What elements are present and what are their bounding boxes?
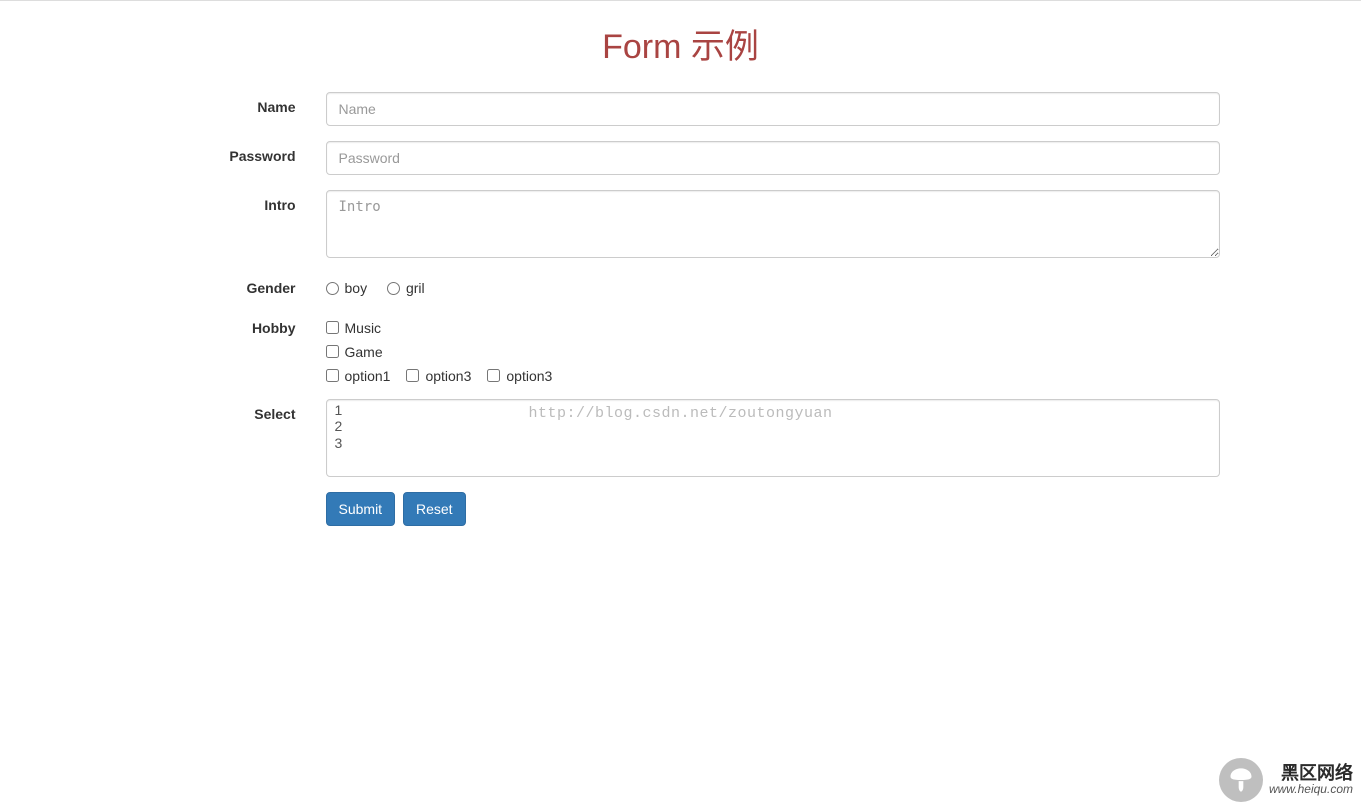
- name-group: Name: [126, 92, 1236, 126]
- hobby-inline-2-input[interactable]: [406, 369, 419, 382]
- gender-radio-boy[interactable]: boy: [326, 273, 368, 296]
- hobby-checkbox-game[interactable]: Game: [326, 344, 1221, 360]
- intro-label: Intro: [126, 190, 311, 213]
- select-option[interactable]: 1: [335, 402, 1220, 419]
- hobby-inline-label: option3: [506, 368, 552, 384]
- hobby-inline-1[interactable]: option1: [326, 368, 391, 384]
- password-group: Password: [126, 141, 1236, 175]
- gender-radio-gril-input[interactable]: [387, 282, 400, 295]
- reset-button[interactable]: Reset: [403, 492, 466, 526]
- select-option[interactable]: 2: [335, 418, 1220, 435]
- hobby-checkbox-music[interactable]: Music: [326, 320, 1221, 336]
- hobby-inline-label: option3: [425, 368, 471, 384]
- name-input[interactable]: [326, 92, 1221, 126]
- hobby-group: Hobby Music Game option1: [126, 313, 1236, 384]
- hobby-label: Hobby: [126, 313, 311, 336]
- intro-textarea[interactable]: [326, 190, 1221, 258]
- footer-logo: 黑区网络 www.heiqu.com: [1219, 758, 1353, 802]
- hobby-inline-3-input[interactable]: [487, 369, 500, 382]
- password-label: Password: [126, 141, 311, 164]
- select-label: Select: [126, 399, 311, 422]
- hobby-checkbox-label: Music: [345, 320, 382, 336]
- button-row: Submit Reset: [126, 492, 1236, 526]
- gender-group: Gender boy gril: [126, 273, 1236, 298]
- select-group: Select 1 2 3: [126, 399, 1236, 477]
- password-input[interactable]: [326, 141, 1221, 175]
- intro-group: Intro: [126, 190, 1236, 258]
- footer-cn: 黑区网络: [1269, 764, 1353, 784]
- hobby-inline-label: option1: [345, 368, 391, 384]
- gender-radio-boy-input[interactable]: [326, 282, 339, 295]
- hobby-checkbox-game-input[interactable]: [326, 345, 339, 358]
- select-option[interactable]: 3: [335, 435, 1220, 452]
- footer-en: www.heiqu.com: [1269, 783, 1353, 796]
- hobby-inline-3[interactable]: option3: [487, 368, 552, 384]
- mushroom-icon: [1219, 758, 1263, 802]
- gender-radio-gril[interactable]: gril: [387, 273, 425, 296]
- page-title: Form 示例: [126, 19, 1236, 68]
- gender-option-label: gril: [406, 280, 425, 296]
- submit-button[interactable]: Submit: [326, 492, 396, 526]
- hobby-inline-2[interactable]: option3: [406, 368, 471, 384]
- example-form: Name Password Intro Gender b: [126, 92, 1236, 526]
- hobby-checkbox-label: Game: [345, 344, 383, 360]
- select-multi[interactable]: 1 2 3: [326, 399, 1221, 477]
- name-label: Name: [126, 92, 311, 115]
- hobby-checkbox-music-input[interactable]: [326, 321, 339, 334]
- gender-label: Gender: [126, 273, 311, 296]
- hobby-inline-1-input[interactable]: [326, 369, 339, 382]
- gender-option-label: boy: [345, 280, 368, 296]
